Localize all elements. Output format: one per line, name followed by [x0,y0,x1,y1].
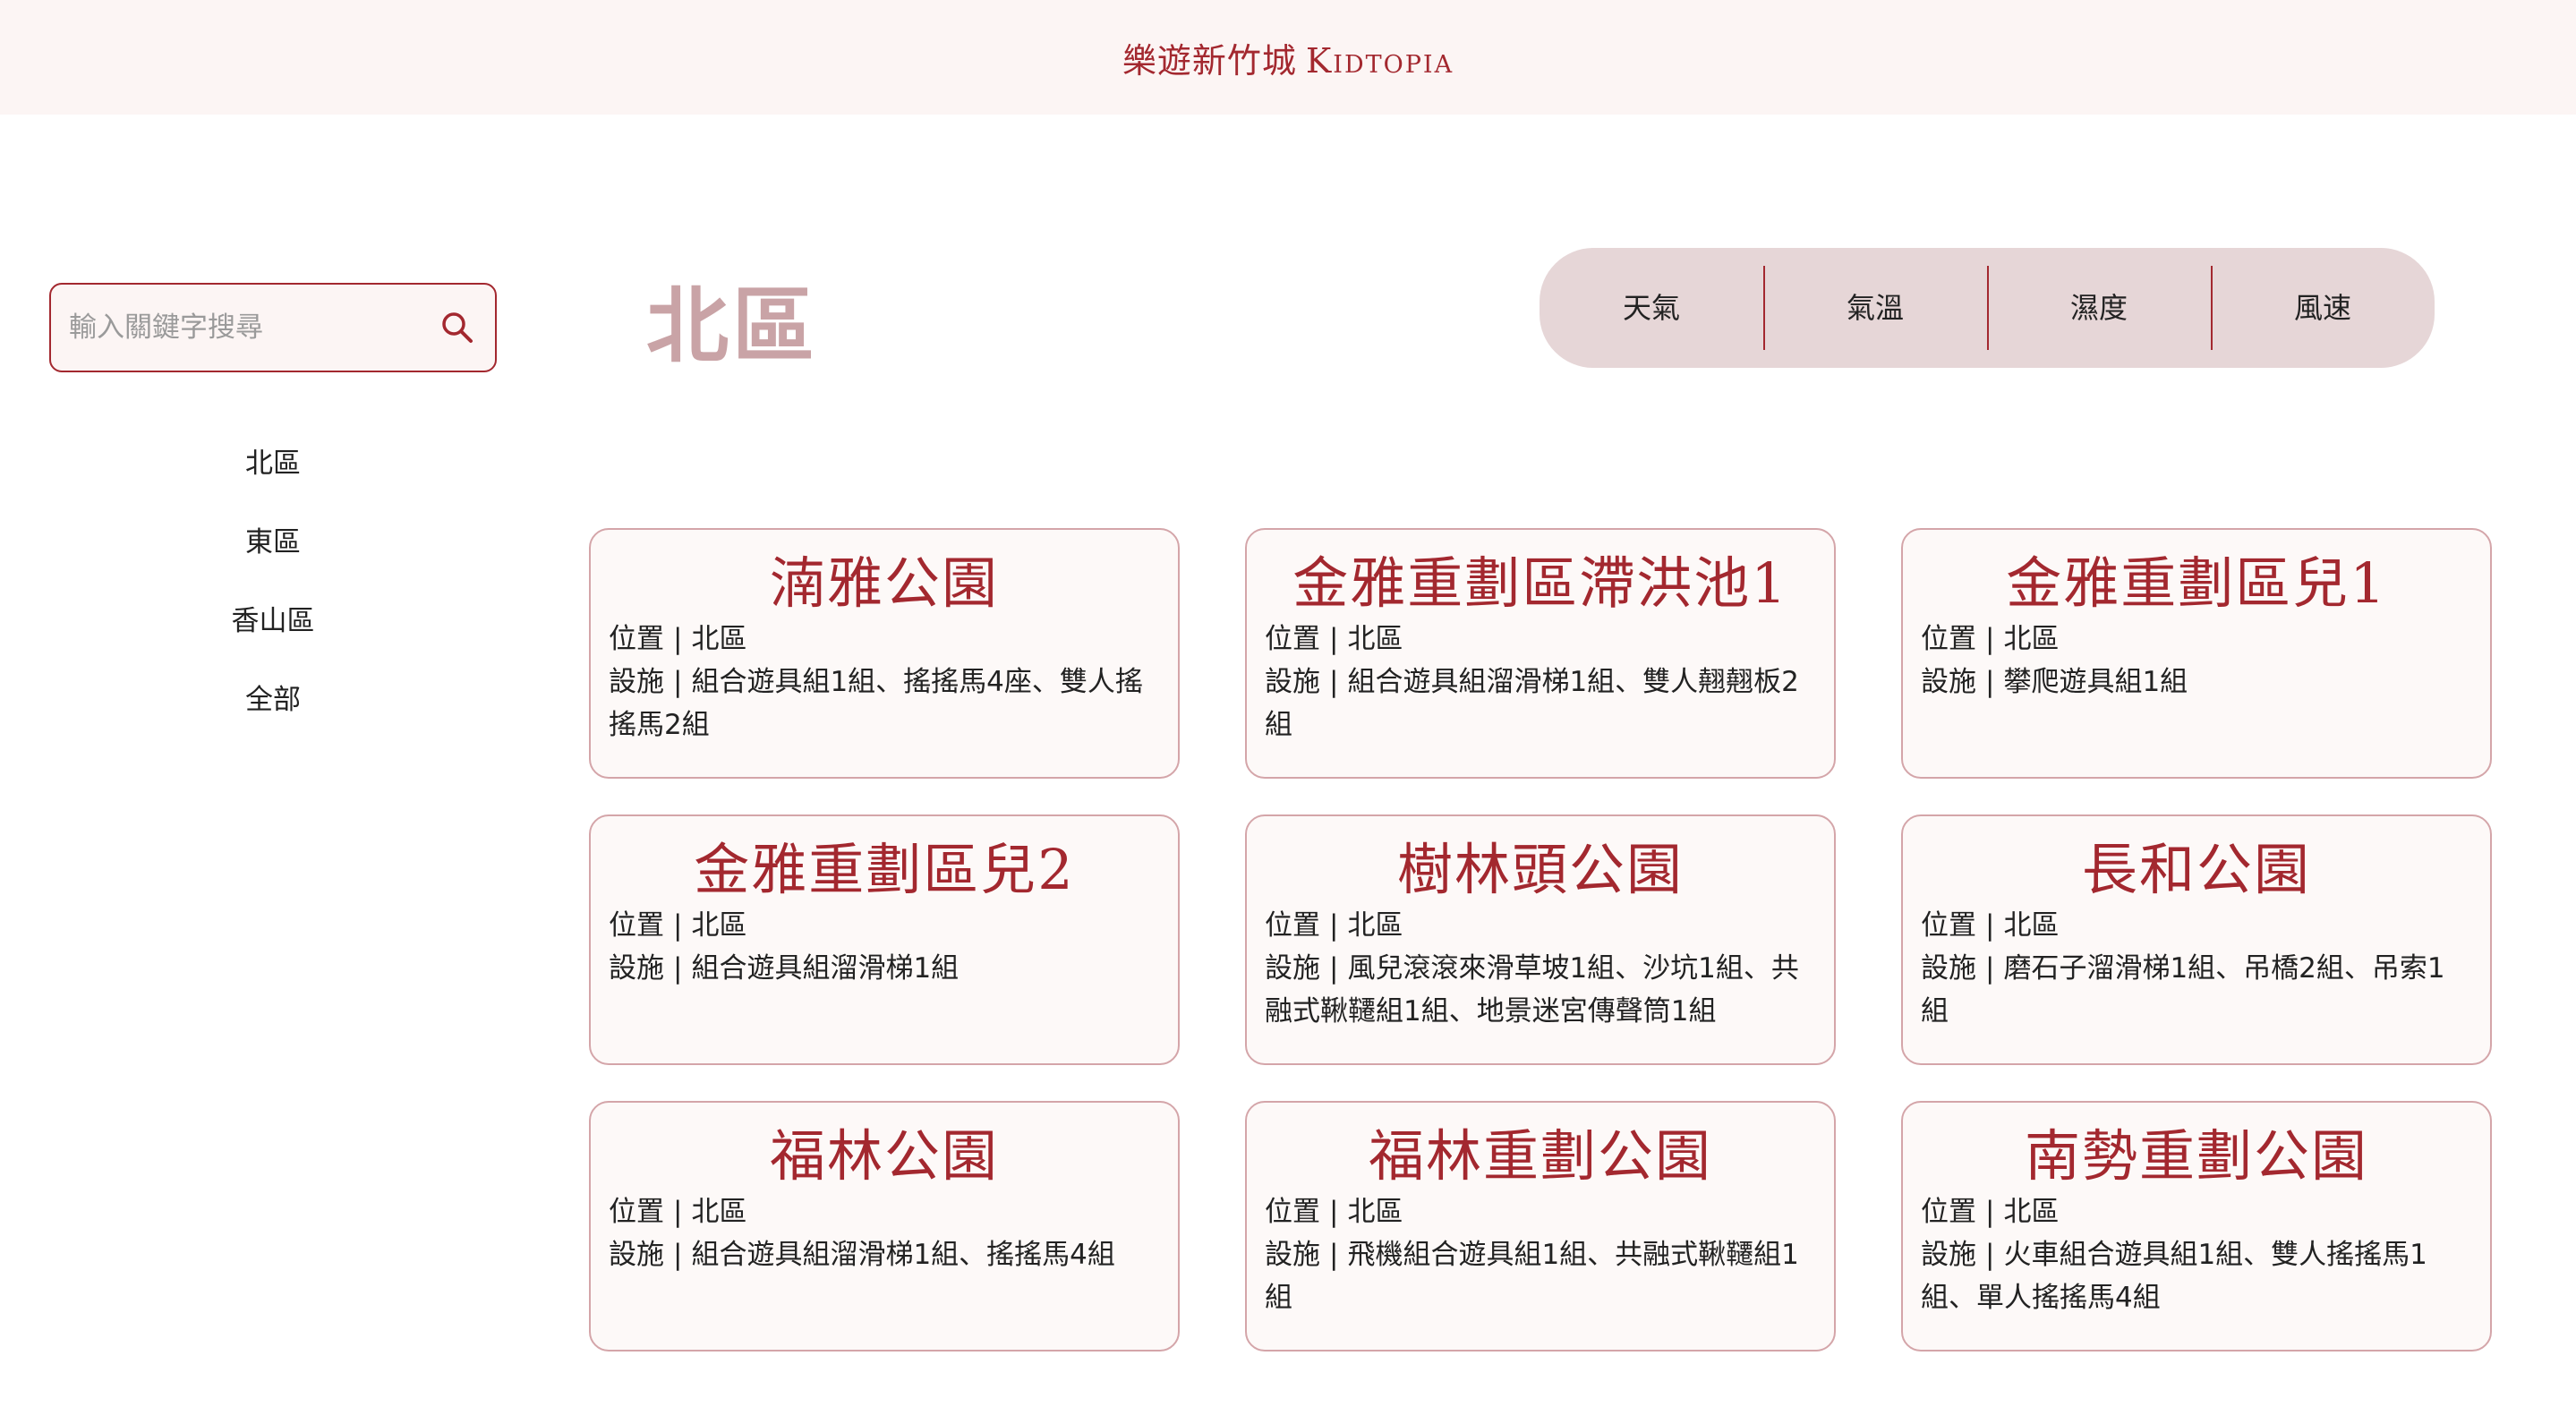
park-card[interactable]: 樹林頭公園 位置 | 北區 設施 | 風兒滾滾來滑草坡1組、沙坑1組、共融式鞦韆組1組、… [1245,814,1836,1065]
park-card[interactable]: 金雅重劃區兒1 位置 | 北區 設施 | 攀爬遊具組1組 [1901,528,2492,779]
weather-condition: 天氣 [1540,266,1763,350]
park-facilities: 設施 | 組合遊具組1組、搖搖馬4座、雙人搖搖馬2組 [609,666,1143,741]
weather-temperature-label: 氣溫 [1846,291,1904,325]
park-card[interactable]: 金雅重劃區兒2 位置 | 北區 設施 | 組合遊具組溜滑梯1組 [589,814,1180,1065]
park-name: 湳雅公園 [769,550,999,616]
weather-humidity: 濕度 [1987,266,2211,350]
weather-panel: 天氣 氣溫 濕度 風速 [1540,248,2435,368]
search-input[interactable] [69,311,438,344]
park-name: 金雅重劃區滯洪池1 [1292,550,1788,616]
park-location: 位置 | 北區 [1921,623,2060,655]
search-icon[interactable] [438,308,477,347]
park-name: 福林重劃公園 [1368,1123,1712,1189]
park-name: 長和公園 [2081,837,2311,902]
park-location: 位置 | 北區 [609,909,747,942]
park-facilities: 設施 | 組合遊具組溜滑梯1組 [609,952,960,985]
brand-name-zh: 樂遊新竹城 [1122,40,1297,81]
park-name: 福林公園 [769,1123,999,1189]
weather-temperature: 氣溫 [1763,266,1987,350]
brand-logo[interactable]: 樂遊新竹城 Kidtopia [1122,33,1454,82]
park-facilities: 設施 | 組合遊具組溜滑梯1組、搖搖馬4組 [609,1239,1115,1271]
park-facilities: 設施 | 磨石子溜滑梯1組、吊橋2組、吊索1組 [1921,952,2445,1027]
park-name: 金雅重劃區兒1 [2006,550,2387,616]
park-name: 金雅重劃區兒2 [694,837,1075,902]
park-name: 樹林頭公園 [1396,837,1684,902]
park-card[interactable]: 長和公園 位置 | 北區 設施 | 磨石子溜滑梯1組、吊橋2組、吊索1組 [1901,814,2492,1065]
top-header: 樂遊新竹城 Kidtopia [0,0,2576,115]
park-facilities: 設施 | 飛機組合遊具組1組、共融式鞦韆組1組 [1265,1239,1799,1314]
park-location: 位置 | 北區 [609,1196,747,1228]
park-facilities: 設施 | 風兒滾滾來滑草坡1組、沙坑1組、共融式鞦韆組1組、地景迷宮傳聲筒1組 [1265,952,1799,1027]
district-item-north[interactable]: 北區 [49,421,497,499]
brand-name-en: Kidtopia [1305,40,1454,81]
weather-wind-speed: 風速 [2211,266,2435,350]
weather-humidity-label: 濕度 [2069,291,2128,325]
park-card-grid: 湳雅公園 位置 | 北區 設施 | 組合遊具組1組、搖搖馬4座、雙人搖搖馬2組 金雅重劃… [589,528,2492,1352]
park-card[interactable]: 福林公園 位置 | 北區 設施 | 組合遊具組溜滑梯1組、搖搖馬4組 [589,1101,1180,1352]
park-name: 南勢重劃公園 [2024,1123,2368,1189]
park-facilities: 設施 | 攀爬遊具組1組 [1921,666,2188,698]
park-location: 位置 | 北區 [1921,1196,2060,1228]
district-item-all[interactable]: 全部 [49,657,497,736]
region-title: 北區 [646,277,819,374]
weather-condition-label: 天氣 [1622,291,1680,325]
park-card[interactable]: 金雅重劃區滯洪池1 位置 | 北區 設施 | 組合遊具組溜滑梯1組、雙人翹翹板2組 [1245,528,1836,779]
park-card[interactable]: 湳雅公園 位置 | 北區 設施 | 組合遊具組1組、搖搖馬4座、雙人搖搖馬2組 [589,528,1180,779]
park-location: 位置 | 北區 [1265,623,1403,655]
park-location: 位置 | 北區 [1921,909,2060,942]
park-facilities: 設施 | 火車組合遊具組1組、雙人搖搖馬1組、單人搖搖馬4組 [1921,1239,2427,1314]
park-location: 位置 | 北區 [1265,909,1403,942]
search-box [49,283,497,372]
district-item-east[interactable]: 東區 [49,499,497,578]
park-location: 位置 | 北區 [1265,1196,1403,1228]
park-location: 位置 | 北區 [609,623,747,655]
park-card[interactable]: 福林重劃公園 位置 | 北區 設施 | 飛機組合遊具組1組、共融式鞦韆組1組 [1245,1101,1836,1352]
district-nav: 北區 東區 香山區 全部 [49,421,497,736]
park-facilities: 設施 | 組合遊具組溜滑梯1組、雙人翹翹板2組 [1265,666,1799,741]
district-item-xiangshan[interactable]: 香山區 [49,578,497,657]
park-card[interactable]: 南勢重劃公園 位置 | 北區 設施 | 火車組合遊具組1組、雙人搖搖馬1組、單人搖搖馬4… [1901,1101,2492,1352]
weather-wind-speed-label: 風速 [2293,291,2351,325]
